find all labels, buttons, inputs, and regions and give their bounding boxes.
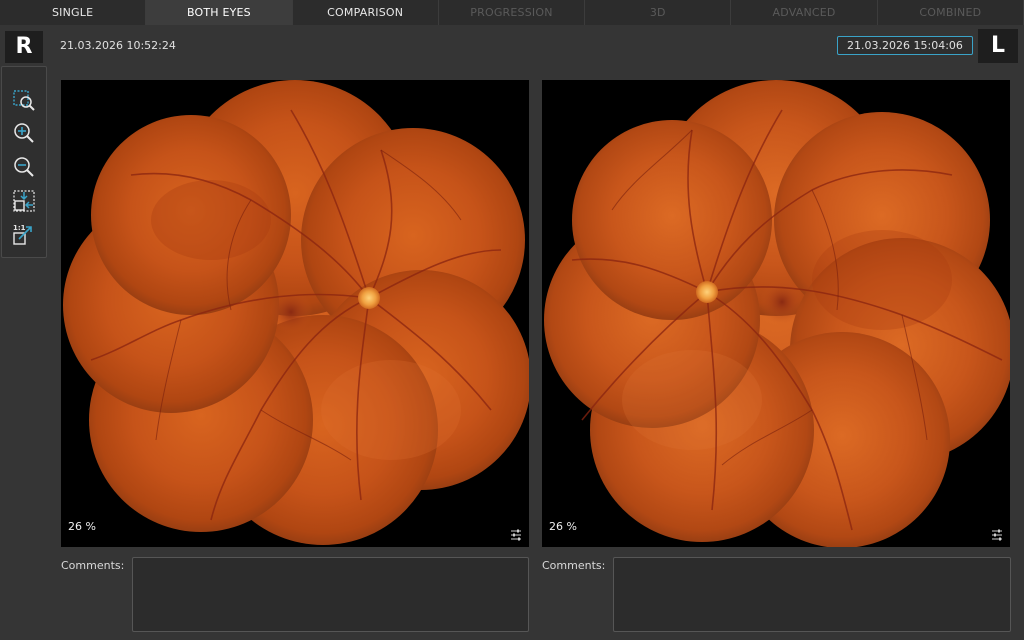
tab-comparison[interactable]: COMPARISON — [292, 0, 439, 25]
tab-combined: COMBINED — [877, 0, 1024, 25]
fit-to-window-icon — [13, 190, 35, 212]
left-comments-label: Comments: — [542, 559, 606, 572]
zoom-in-button[interactable] — [11, 120, 37, 146]
tab-advanced: ADVANCED — [731, 0, 878, 25]
zoom-out-button[interactable] — [11, 154, 37, 180]
right-zoom-level: 26 % — [68, 520, 96, 533]
zoom-region-icon — [13, 90, 35, 111]
tab-both-eyes[interactable]: BOTH EYES — [146, 0, 293, 25]
right-eye-badge: R — [5, 31, 43, 63]
fit-to-window-button[interactable] — [11, 188, 37, 214]
tab-single[interactable]: SINGLE — [0, 0, 147, 25]
image-adjust-icon[interactable] — [509, 528, 523, 542]
tab-progression: PROGRESSION — [438, 0, 586, 25]
left-eye-image-viewport[interactable]: 26 % — [542, 80, 1010, 547]
left-fundus-image — [544, 80, 1010, 547]
right-eye-image-viewport[interactable]: 26 % — [61, 80, 529, 547]
right-fundus-image — [63, 80, 529, 545]
svg-text:1:1: 1:1 — [13, 224, 26, 232]
right-comments-label: Comments: — [61, 559, 125, 572]
view-mode-tabs: SINGLE BOTH EYES COMPARISON PROGRESSION … — [0, 0, 1024, 25]
image-tool-panel: 1:1 — [1, 66, 47, 258]
actual-size-button[interactable]: 1:1 — [11, 222, 37, 248]
left-comments-field[interactable] — [613, 557, 1011, 632]
left-eye-badge: L — [978, 29, 1018, 63]
left-zoom-level: 26 % — [549, 520, 577, 533]
tab-3d: 3D — [585, 0, 732, 25]
actual-size-icon: 1:1 — [13, 224, 32, 245]
zoom-in-icon — [14, 123, 34, 143]
zoom-out-icon — [14, 157, 34, 177]
right-comments-field[interactable] — [132, 557, 529, 632]
image-adjust-icon[interactable] — [990, 528, 1004, 542]
right-eye-timestamp: 21.03.2026 10:52:24 — [60, 39, 176, 52]
zoom-region-button[interactable] — [11, 87, 37, 113]
left-eye-timestamp-selector[interactable]: 21.03.2026 15:04:06 — [837, 36, 973, 55]
